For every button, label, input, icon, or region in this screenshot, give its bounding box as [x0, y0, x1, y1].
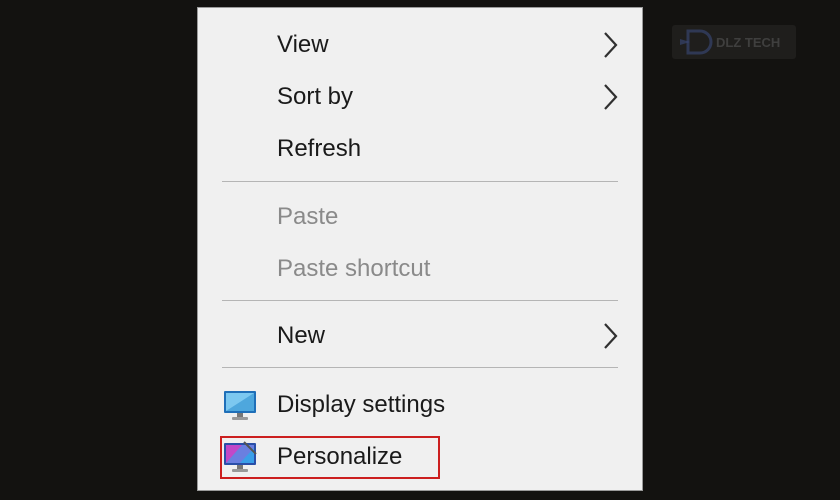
watermark-text: DLZ TECH	[716, 35, 780, 50]
display-settings-icon	[224, 391, 256, 420]
chevron-right-icon	[604, 323, 618, 349]
menu-item-label: Sort by	[277, 83, 354, 110]
context-menu: View Sort by Refresh Paste Paste shortcu…	[197, 7, 643, 491]
menu-item-label: Refresh	[277, 135, 362, 162]
menu-item-label: Paste shortcut	[277, 255, 431, 282]
chevron-right-icon	[604, 32, 618, 58]
menu-item-paste[interactable]: Paste	[198, 192, 642, 242]
chevron-right-icon	[604, 84, 618, 110]
menu-separator	[222, 367, 618, 368]
menu-item-view[interactable]: View	[198, 20, 642, 70]
menu-item-label: Display settings	[277, 391, 446, 418]
menu-item-sort-by[interactable]: Sort by	[198, 72, 642, 122]
menu-separator	[222, 181, 618, 182]
desktop-background[interactable]: DLZ TECH View Sort by Refresh Paste Past…	[0, 0, 840, 500]
menu-item-label: View	[277, 31, 329, 58]
watermark-logo: DLZ TECH	[672, 25, 796, 59]
menu-item-display-settings[interactable]: Display settings	[198, 380, 642, 430]
menu-item-paste-shortcut[interactable]: Paste shortcut	[198, 244, 642, 294]
personalize-highlight-box	[220, 436, 440, 479]
menu-separator	[222, 300, 618, 301]
menu-item-label: New	[277, 322, 326, 349]
menu-item-new[interactable]: New	[198, 311, 642, 361]
menu-item-refresh[interactable]: Refresh	[198, 124, 642, 174]
menu-item-label: Paste	[277, 203, 339, 230]
